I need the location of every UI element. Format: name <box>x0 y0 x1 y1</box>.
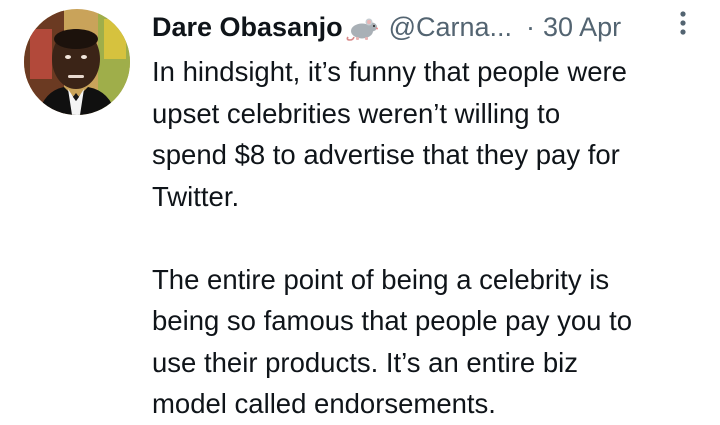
tweet-date[interactable]: 30 Apr <box>543 8 621 46</box>
separator-dot: · <box>526 12 536 42</box>
tweet-text: In hindsight, it’s funny that people wer… <box>152 51 712 425</box>
tweet-header: Dare Obasanjo @Carna... · 30 Apr <box>152 8 712 46</box>
tweet-paragraph: The entire point of being a celebrity is… <box>152 263 633 420</box>
tweet-paragraph: In hindsight, it’s funny that people wer… <box>152 56 627 212</box>
rat-emoji-icon <box>345 14 379 41</box>
tweet[interactable]: Dare Obasanjo @Carna... · 30 Apr In hind… <box>0 0 720 419</box>
avatar[interactable] <box>24 9 130 115</box>
user-handle[interactable]: @Carna... <box>389 8 512 46</box>
avatar-icon <box>24 9 130 115</box>
more-options-icon[interactable] <box>670 8 696 42</box>
display-name[interactable]: Dare Obasanjo <box>152 8 343 46</box>
